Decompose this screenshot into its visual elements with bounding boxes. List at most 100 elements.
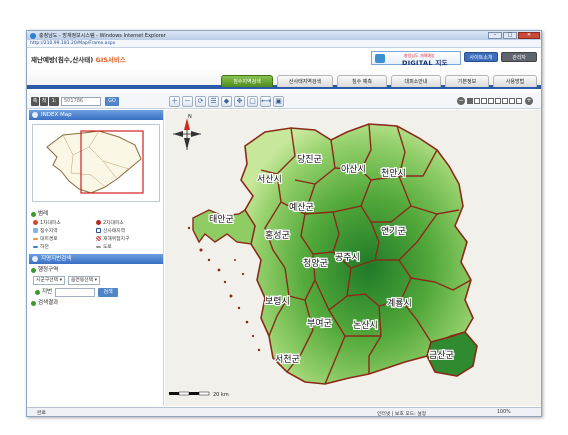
zoom-level-step[interactable] xyxy=(516,98,522,104)
tab-shelter-info[interactable]: 대피소안내 xyxy=(391,75,441,87)
evacuation-route-icon xyxy=(33,237,38,240)
zoom-level-step[interactable] xyxy=(502,98,508,104)
index-map-shape xyxy=(46,130,144,194)
print-icon[interactable]: ▣ xyxy=(273,96,284,107)
district-label: 연기군 xyxy=(381,226,406,237)
legend-item: 산사태지역 xyxy=(96,227,159,234)
index-map[interactable] xyxy=(32,124,160,202)
map-toolbar: 축 척 1: 501786 GO ＋ － ⟳ ☰ ◆ ✥ ▢ ⟷ ▣ − + xyxy=(27,93,541,109)
map-svg[interactable]: N 당진군서산시 아산시 천안시태안군 예산군홍성군 연기군공주시청양군보령시 계룡시부여… xyxy=(165,110,541,406)
site-intro-button[interactable]: 사이트소개 xyxy=(464,52,498,62)
sigungu-select[interactable]: 시군구선택 ▾ xyxy=(33,276,66,285)
district-label: 서천군 xyxy=(275,354,300,365)
brand-accent: GIS서비스 xyxy=(95,56,126,64)
zoom-level-step[interactable] xyxy=(495,98,501,104)
scale-go-button[interactable]: GO xyxy=(105,97,119,106)
zoom-level-step[interactable] xyxy=(481,98,487,104)
zoom-minus-button[interactable]: − xyxy=(457,97,465,105)
brand-main: 재난예방(침수,산사태) xyxy=(31,56,96,64)
zoom-in-icon[interactable]: ＋ xyxy=(169,96,180,107)
district-label: 부여군 xyxy=(307,317,332,329)
district-label: 금산군 xyxy=(429,350,454,361)
district-label: 홍성군 xyxy=(265,229,290,241)
tab-how-to-use[interactable]: 사용방법 xyxy=(493,75,537,87)
site-header: 재난예방(침수,산사태) GIS서비스 충청남도 재해예방 DIGITAL 지도… xyxy=(27,48,541,68)
legend-item: 침수지역 xyxy=(33,227,96,234)
district-label: 아산시 xyxy=(341,164,366,175)
scale-label: 척 xyxy=(40,97,48,106)
measure-icon[interactable]: ⟷ xyxy=(260,96,271,107)
shelter1-icon xyxy=(33,220,38,225)
shelter2-icon xyxy=(96,220,101,225)
fill-icon[interactable]: ◆ xyxy=(221,96,232,107)
landslide-area-icon xyxy=(96,228,101,233)
browser-logo-icon xyxy=(30,32,36,39)
scale-input[interactable]: 501786 xyxy=(61,97,101,106)
browser-window: 충청남도 - 방재정보시스템 - Windows Internet Explor… xyxy=(26,30,542,417)
scale-label: 1: xyxy=(49,97,59,106)
digital-map-banner[interactable]: 충청남도 재해예방 DIGITAL 지도 xyxy=(371,51,461,67)
sidebar: INDEX Map 범례 1차대피소 2차대피소 침수지역 산사태지역 대피경로… xyxy=(29,110,164,406)
district-label: 논산시 xyxy=(353,320,378,331)
zoom-plus-button[interactable]: + xyxy=(525,97,533,105)
legend-list: 1차대피소 2차대피소 침수지역 산사태지역 대피경로 재해위험지구 하천 도로 xyxy=(29,219,163,250)
scale-label: 축 xyxy=(31,97,39,106)
address-input[interactable]: http://210.99.181.20/Map/Frame.aspx xyxy=(30,41,115,46)
legend-item: 도로 xyxy=(96,243,159,250)
site-brand[interactable]: 재난예방(침수,산사태) GIS서비스 xyxy=(31,54,126,64)
flood-area-icon xyxy=(33,228,38,233)
index-map-header: INDEX Map xyxy=(29,110,163,120)
scale-bar xyxy=(169,391,210,396)
close-button[interactable]: ✕ xyxy=(518,32,540,39)
status-bar: 완료 인터넷 | 보호 모드: 설정 100% xyxy=(27,407,541,417)
hazard-zone-icon xyxy=(96,236,101,241)
district-label: 당진군 xyxy=(297,154,322,165)
layer-icon[interactable]: ☰ xyxy=(208,96,219,107)
admin-button[interactable]: 관리자 xyxy=(501,52,537,62)
jibun-label: 지번 xyxy=(33,288,52,297)
jibun-input[interactable] xyxy=(55,288,96,297)
province-logo-icon xyxy=(375,54,385,63)
legend-item: 1차대피소 xyxy=(33,219,96,226)
district-label: 태안군 xyxy=(209,214,234,225)
tab-flood-forecast[interactable]: 침수 예측 xyxy=(337,75,387,87)
window-title: 충청남도 - 방재정보시스템 - Windows Internet Explor… xyxy=(39,33,166,39)
map-canvas[interactable]: N 당진군 서산시 아산시 천안시 태안군 예산군 홍성군 연기군 공주시 청양군 보령시 계룡시 부여… xyxy=(165,110,541,406)
banner-title: DIGITAL 지도 xyxy=(402,59,448,67)
pan-icon[interactable]: ✥ xyxy=(234,96,245,107)
address-bar[interactable]: http://210.99.181.20/Map/Frame.aspx xyxy=(27,40,541,48)
district-label: 보령시 xyxy=(265,295,290,307)
eupmyeon-select[interactable]: 읍면동선택 ▾ xyxy=(68,276,101,285)
river-icon xyxy=(33,245,38,248)
zoom-level-step[interactable] xyxy=(467,98,473,104)
legend-title: 범례 xyxy=(29,210,163,219)
district-label: 청양군 xyxy=(303,258,328,269)
zoom-level-step[interactable] xyxy=(509,98,515,104)
district-label: 공주시 xyxy=(335,252,360,263)
fullscreen-icon[interactable]: ▢ xyxy=(247,96,258,107)
tab-landslide-search[interactable]: 산사태지역검색 xyxy=(277,75,333,87)
search-button[interactable]: 검색 xyxy=(98,288,119,297)
tab-flood-search[interactable]: 침수지역검색 xyxy=(221,75,273,87)
place-search-header: 지명지번검색 xyxy=(29,254,163,264)
refresh-icon[interactable]: ⟳ xyxy=(195,96,206,107)
page-zoom[interactable]: 100% xyxy=(497,410,511,415)
road-icon xyxy=(96,245,101,248)
zoom-level-step[interactable] xyxy=(474,98,480,104)
maximize-button[interactable]: □ xyxy=(503,32,517,39)
zoom-out-icon[interactable]: － xyxy=(182,96,193,107)
coast-islands xyxy=(187,226,261,352)
tab-basic-info[interactable]: 기본정보 xyxy=(445,75,489,87)
status-done: 완료 xyxy=(37,411,46,416)
district-label: 계룡시 xyxy=(387,297,412,309)
district-label: 예산군 xyxy=(289,202,314,213)
north-label: N xyxy=(188,114,192,120)
legend-item: 재해위험지구 xyxy=(96,235,159,242)
admin-area-label: 행정구역 xyxy=(29,266,163,275)
north-arrow xyxy=(173,118,201,150)
zoom-level-step[interactable] xyxy=(488,98,494,104)
legend-item: 2차대피소 xyxy=(96,219,159,226)
search-result-label: 검색결과 xyxy=(29,299,163,308)
security-zone: 인터넷 | 보호 모드: 설정 xyxy=(377,412,427,417)
minimize-button[interactable]: – xyxy=(488,32,502,39)
